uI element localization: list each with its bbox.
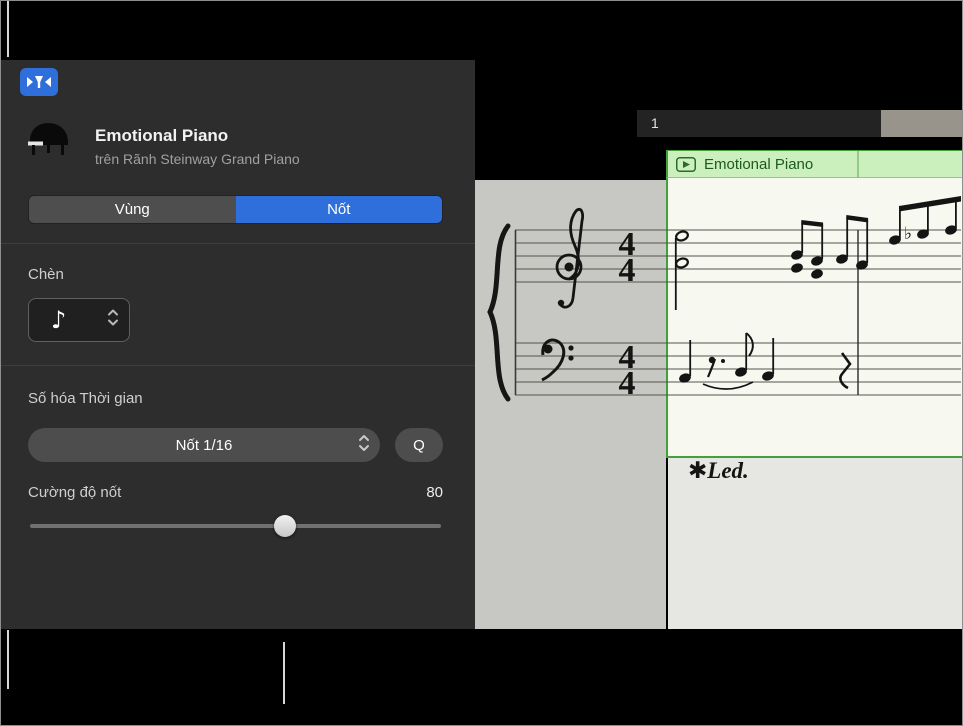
catch-icon: [27, 76, 51, 88]
pedal-mark[interactable]: ✱Led.: [688, 458, 749, 484]
insert-section-label: Chèn: [28, 266, 64, 283]
ruler-measure-label: 1: [651, 115, 659, 131]
quantize-strength-button[interactable]: Q: [395, 428, 443, 462]
region-header[interactable]: Emotional Piano: [666, 150, 963, 178]
divider: [0, 365, 475, 366]
time-quantize-label: Số hóa Thời gian: [28, 390, 143, 407]
time-quantize-dropdown[interactable]: Nốt 1/16: [28, 428, 380, 462]
eighth-note-icon: ♪: [51, 306, 67, 334]
quantize-strength-label: Q: [413, 436, 425, 454]
velocity-label: Cường độ nốt: [28, 484, 122, 501]
segment-region-label: Vùng: [114, 201, 150, 218]
score-paper-left: [475, 180, 666, 629]
chevron-updown-icon: [358, 433, 370, 457]
velocity-slider[interactable]: [30, 515, 441, 537]
score-region[interactable]: [666, 178, 963, 458]
callout-line-bottom-left: [7, 630, 9, 689]
score-inspector-panel: Emotional Piano trên Rãnh Steinway Grand…: [0, 60, 475, 629]
segment-note[interactable]: Nốt: [235, 196, 442, 223]
catch-button[interactable]: [20, 68, 58, 96]
insert-note-value-dropdown[interactable]: ♪: [28, 298, 130, 342]
ruler-region-block: [881, 110, 963, 137]
chevron-updown-icon: [107, 308, 119, 333]
track-title: Emotional Piano: [95, 126, 229, 145]
time-quantize-value: Nốt 1/16: [175, 436, 233, 454]
region-note-segmented-control: Vùng Nốt: [28, 195, 443, 224]
velocity-slider-handle[interactable]: [273, 515, 296, 537]
piano-icon: [28, 123, 68, 155]
segment-note-label: Nốt: [327, 201, 351, 218]
track-subtitle: trên Rãnh Steinway Grand Piano: [95, 151, 300, 167]
divider: [0, 243, 475, 244]
region-play-button[interactable]: [676, 156, 696, 172]
callout-line-slider: [283, 642, 285, 704]
region-title: Emotional Piano: [704, 155, 814, 173]
callout-line-top-left: [7, 0, 9, 57]
play-icon: [676, 156, 696, 172]
segment-region[interactable]: Vùng: [29, 196, 236, 223]
velocity-value: 80: [426, 484, 443, 501]
